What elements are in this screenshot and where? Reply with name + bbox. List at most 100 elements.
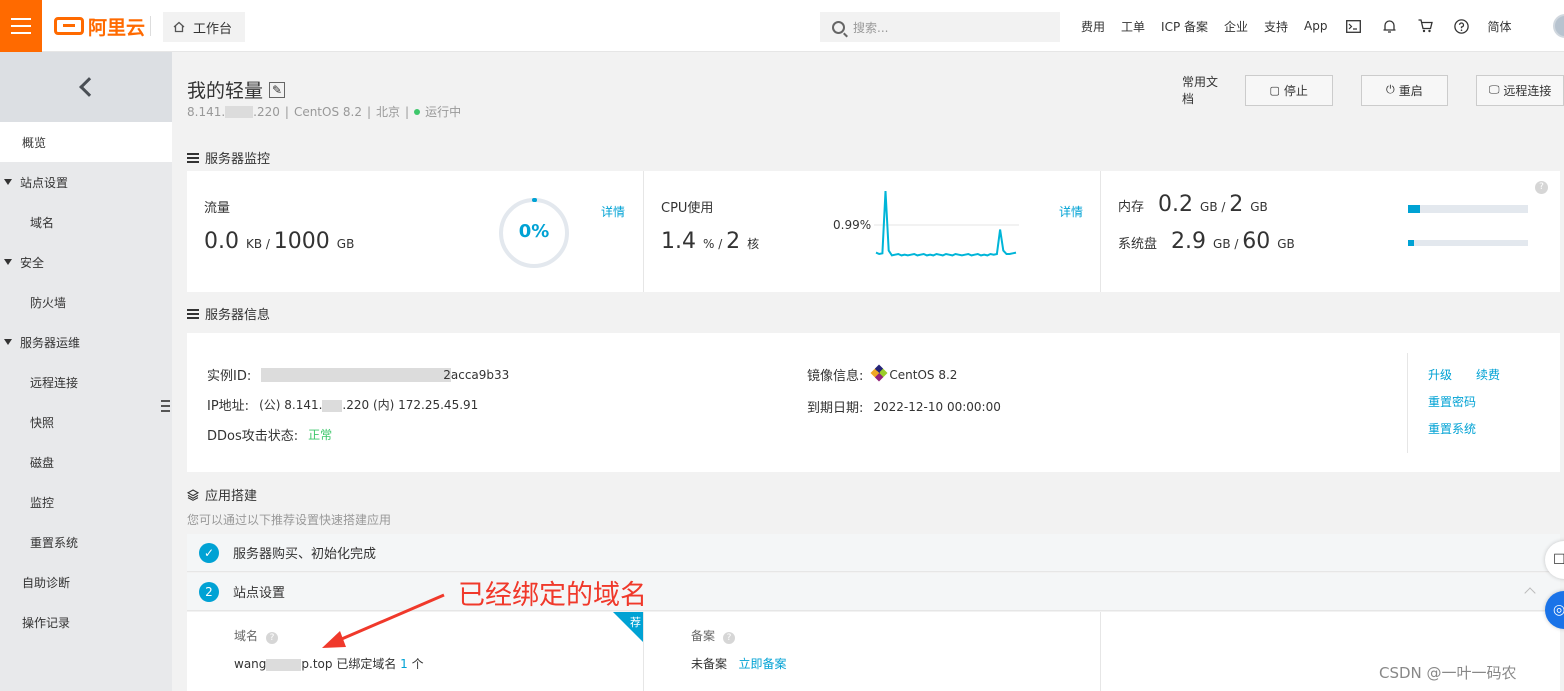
sidebar-item-label: 监控 (30, 495, 55, 510)
step-text: 站点设置 (233, 586, 286, 601)
sidebar-item-snapshot[interactable]: 快照 (0, 402, 172, 442)
sidebar: 概览 站点设置 域名 安全 防火墙 服务器运维 远程连接 快照 磁盘 监控 重置… (0, 52, 172, 691)
help-icon[interactable] (1444, 18, 1480, 34)
sidebar-item-label: 服务器运维 (20, 335, 81, 350)
edit-icon[interactable]: ✎ (269, 81, 286, 98)
renew-link[interactable]: 续费 (1476, 366, 1500, 383)
sidebar-item-label: 概览 (22, 135, 47, 150)
domain-value-row: wang p.top 已绑定域名 1 个 (234, 655, 424, 672)
record-now-link[interactable]: 立即备案 (738, 657, 786, 671)
top-nav: 费用 工单 ICP 备案 企业 支持 App 简体 (1073, 0, 1520, 52)
chevron-up-icon[interactable] (1524, 587, 1536, 599)
sidebar-item-reset-system[interactable]: 重置系统 (0, 522, 172, 562)
masked-region (225, 105, 254, 118)
hamburger-menu-icon[interactable] (0, 0, 42, 52)
monitor-panel: 流量 0.0 KB / 1000 GB 0% 详情 CPU使用 1.4 % / … (187, 171, 1560, 292)
restart-button[interactable]: ⏻ 重启 (1360, 74, 1449, 106)
recommend-tag-text: 荐 (630, 616, 641, 629)
disk-progress-fill (1408, 240, 1414, 246)
list-icon (187, 152, 199, 163)
record-label-row: 备案? (691, 627, 736, 644)
terminal-icon[interactable] (1336, 19, 1372, 33)
sidebar-item-remote[interactable]: 远程连接 (0, 362, 172, 402)
sidebar-item-label: 站点设置 (20, 175, 69, 190)
disk-progress-bar (1408, 240, 1528, 246)
record-label: 备案 (691, 629, 716, 643)
traffic-label: 流量 (204, 201, 231, 216)
cpu-label: CPU使用 (661, 201, 714, 216)
home-icon (173, 21, 185, 33)
region-text: 北京 (376, 105, 401, 119)
ip-value: (公) 8.141. .220 (内) 172.25.45.91 (259, 398, 479, 412)
sidebar-item-firewall[interactable]: 防火墙 (0, 282, 172, 322)
step-number: 2 (199, 581, 219, 602)
bound-count-link[interactable]: 1 (400, 657, 408, 671)
bell-icon[interactable] (1372, 19, 1408, 34)
nav-support[interactable]: 支持 (1256, 18, 1296, 35)
reset-password-link[interactable]: 重置密码 (1428, 393, 1476, 410)
sidebar-item-self-diagnose[interactable]: 自助诊断 (0, 562, 172, 602)
workbench-button[interactable]: 工作台 (163, 12, 245, 42)
instance-id-label: 实例ID: (207, 369, 252, 384)
aliyun-logo[interactable]: 阿里云 (54, 14, 145, 39)
traffic-cell: 流量 0.0 KB / 1000 GB 0% 详情 (187, 171, 644, 292)
help-circle-icon[interactable]: ? (266, 632, 279, 644)
expire-row: 到期日期: 2022-12-10 00:00:00 (807, 397, 1001, 417)
caret-down-icon (4, 179, 12, 185)
remote-connect-button[interactable]: 🖵 远程连接 (1476, 74, 1564, 106)
sidebar-item-disk[interactable]: 磁盘 (0, 442, 172, 482)
image-value: CentOS 8.2 (870, 364, 957, 382)
remote-label: 远程连接 (1503, 83, 1552, 98)
nav-ticket[interactable]: 工单 (1113, 18, 1153, 35)
stop-button[interactable]: ▢ 停止 (1244, 74, 1333, 106)
memory-disk-cell: 内存 0.2 GB / 2 GB 系统盘 2.9 GB / 60 GB ? (1101, 171, 1560, 292)
sidebar-group-site-settings[interactable]: 站点设置 (0, 162, 172, 202)
help-circle-icon[interactable]: ? (723, 632, 736, 644)
app-section-title: 应用搭建 (187, 485, 257, 504)
upgrade-link[interactable]: 升级 (1428, 366, 1452, 383)
sidebar-item-operation-log[interactable]: 操作记录 (0, 602, 172, 642)
sidebar-collapse-icon[interactable] (158, 383, 172, 429)
domain-suffix: p.top (301, 657, 333, 671)
nav-billing[interactable]: 费用 (1073, 18, 1113, 35)
ip-prefix: 8.141. (187, 104, 226, 119)
nav-icp[interactable]: ICP 备案 (1153, 18, 1216, 35)
cpu-value: 1.4 % / 2 核 (661, 229, 760, 254)
record-value-row: 未备案 立即备案 (691, 655, 786, 672)
cart-icon[interactable] (1408, 19, 1444, 33)
os-text: CentOS 8.2 (293, 104, 362, 119)
cpu-series-line (875, 190, 1017, 257)
sidebar-item-domain[interactable]: 域名 (0, 202, 172, 242)
sidebar-group-ops[interactable]: 服务器运维 (0, 322, 172, 362)
page-title: 我的轻量 ✎ (187, 76, 286, 103)
help-circle-icon[interactable]: ? (1535, 181, 1548, 194)
image-label: 镜像信息: (807, 369, 864, 384)
reset-system-link[interactable]: 重置系统 (1428, 420, 1476, 437)
sidebar-item-label: 防火墙 (30, 295, 67, 310)
step-purchase[interactable]: ✓ 服务器购买、初始化完成 (187, 534, 1560, 572)
record-cell: 备案? 未备案 立即备案 (644, 612, 1101, 691)
domain-label-row: 域名? (234, 627, 279, 644)
nav-app[interactable]: App (1296, 19, 1335, 33)
check-icon: ✓ (199, 542, 219, 563)
back-button[interactable] (0, 52, 172, 122)
header-actions: 常用文档 ▢ 停止 ⏻ 重启 🖵 远程连接 (1182, 73, 1564, 107)
ddos-label: DDos攻击状态: (207, 429, 299, 444)
sidebar-item-overview[interactable]: 概览 (0, 122, 172, 162)
nav-enterprise[interactable]: 企业 (1216, 18, 1256, 35)
docs-link[interactable]: 常用文档 (1182, 73, 1226, 107)
search-input[interactable]: 搜索... (820, 12, 1060, 42)
sidebar-item-monitor[interactable]: 监控 (0, 482, 172, 522)
ip-label: IP地址: (207, 399, 250, 414)
sidebar-group-security[interactable]: 安全 (0, 242, 172, 282)
info-actions: 升级 续费 重置密码 重置系统 (1407, 353, 1500, 453)
traffic-detail-link[interactable]: 详情 (601, 203, 625, 220)
language-switch[interactable]: 简体 (1480, 18, 1520, 35)
avatar[interactable] (1553, 14, 1564, 38)
status-dot-icon (414, 108, 421, 115)
sidebar-item-label: 自助诊断 (22, 575, 71, 590)
app-hint: 您可以通过以下推荐设置快速搭建应用 (187, 513, 392, 527)
domain-label: 域名 (234, 629, 259, 643)
logo-mark-icon (54, 17, 84, 35)
cpu-detail-link[interactable]: 详情 (1059, 203, 1083, 220)
